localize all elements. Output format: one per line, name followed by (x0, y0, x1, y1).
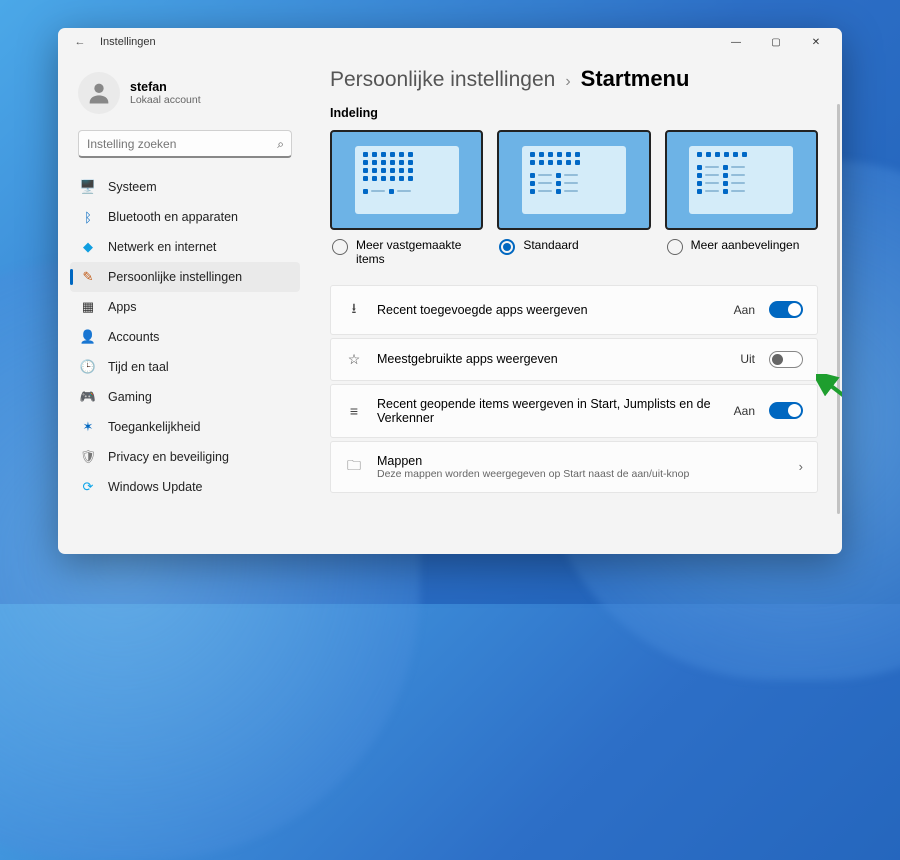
layout-preview (497, 130, 650, 230)
layout-option-default[interactable]: Standaard (497, 130, 650, 275)
setting-title: Mappen (377, 454, 785, 468)
maximize-button[interactable]: ▢ (756, 28, 796, 56)
nav-label: Accounts (108, 330, 159, 344)
nav-label: Gaming (108, 390, 152, 404)
setting-icon: ≡ (345, 403, 363, 419)
close-button[interactable]: ✕ (796, 28, 836, 56)
profile-block[interactable]: stefan Lokaal account (70, 66, 300, 128)
chevron-right-icon: › (565, 73, 570, 91)
section-label: Indeling (330, 106, 818, 120)
setting-title: Recent geopende items weergeven in Start… (377, 397, 720, 425)
setting-icon: ☆ (345, 351, 363, 368)
sidebar-item-systeem[interactable]: 🖥️ Systeem (70, 172, 300, 202)
setting-row[interactable]: ⭳ Recent toegevoegde apps weergeven Aan (330, 285, 818, 335)
nav-label: Toegankelijkheid (108, 420, 200, 434)
breadcrumb: Persoonlijke instellingen › Startmenu (330, 60, 818, 106)
setting-subtitle: Deze mappen worden weergegeven op Start … (377, 468, 785, 480)
nav-icon: 🖥️ (80, 179, 96, 195)
toggle-switch[interactable] (769, 301, 803, 318)
nav-icon: ▦ (80, 299, 96, 315)
radio-button[interactable] (499, 239, 515, 255)
nav-icon: 🛡 (80, 449, 96, 465)
sidebar-item-tijd-en-taal[interactable]: 🕒 Tijd en taal (70, 352, 300, 382)
profile-name: stefan (130, 80, 201, 94)
nav-icon: 🕒 (80, 359, 96, 375)
sidebar-item-persoonlijke-instellingen[interactable]: ✎ Persoonlijke instellingen (70, 262, 300, 292)
layout-option-more-pinned[interactable]: Meer vastgemaakte items (330, 130, 483, 275)
setting-icon: 🗀 (345, 455, 363, 479)
nav-label: Systeem (108, 180, 157, 194)
nav-icon: ◆ (80, 239, 96, 255)
sidebar-item-netwerk-en-internet[interactable]: ◆ Netwerk en internet (70, 232, 300, 262)
layout-preview (330, 130, 483, 230)
toggle-switch[interactable] (769, 402, 803, 419)
main-content: Persoonlijke instellingen › Startmenu In… (306, 56, 842, 554)
sidebar-item-gaming[interactable]: 🎮 Gaming (70, 382, 300, 412)
sidebar-item-apps[interactable]: ▦ Apps (70, 292, 300, 322)
sidebar-item-toegankelijkheid[interactable]: ✶ Toegankelijkheid (70, 412, 300, 442)
nav-label: Tijd en taal (108, 360, 169, 374)
toggle-switch[interactable] (769, 351, 803, 368)
breadcrumb-parent[interactable]: Persoonlijke instellingen (330, 68, 555, 92)
setting-title: Meestgebruikte apps weergeven (377, 352, 726, 366)
sidebar-item-privacy-en-beveiliging[interactable]: 🛡 Privacy en beveiliging (70, 442, 300, 472)
search-input[interactable] (78, 130, 292, 158)
scrollbar[interactable] (837, 104, 840, 514)
minimize-button[interactable]: — (716, 28, 756, 56)
profile-subtitle: Lokaal account (130, 94, 201, 106)
nav-icon: ⟳ (80, 479, 96, 495)
back-button[interactable]: ← (72, 36, 88, 48)
layout-label: Meer aanbevelingen (691, 238, 800, 252)
toggle-state: Aan (734, 404, 755, 418)
app-title: Instellingen (100, 36, 716, 48)
nav-icon: ᛒ (80, 209, 96, 225)
nav-label: Privacy en beveiliging (108, 450, 229, 464)
nav-label: Windows Update (108, 480, 203, 494)
toggle-state: Uit (740, 352, 755, 366)
search-icon: ⌕ (277, 137, 284, 152)
layout-label: Meer vastgemaakte items (356, 238, 481, 267)
radio-button[interactable] (667, 239, 683, 255)
sidebar-item-windows-update[interactable]: ⟳ Windows Update (70, 472, 300, 502)
nav-icon: 👤 (80, 329, 96, 345)
avatar (78, 72, 120, 114)
sidebar-item-accounts[interactable]: 👤 Accounts (70, 322, 300, 352)
layout-label: Standaard (523, 238, 578, 252)
sidebar: stefan Lokaal account ⌕ 🖥️ Systeem ᛒ Blueto… (58, 56, 306, 554)
setting-row[interactable]: 🗀 MappenDeze mappen worden weergegeven o… (330, 441, 818, 493)
toggle-state: Aan (734, 303, 755, 317)
nav-label: Persoonlijke instellingen (108, 270, 242, 284)
page-title: Startmenu (581, 66, 690, 92)
setting-icon: ⭳ (345, 298, 363, 322)
layout-option-more-reco[interactable]: Meer aanbevelingen (665, 130, 818, 275)
nav-icon: ✎ (80, 269, 96, 285)
setting-title: Recent toegevoegde apps weergeven (377, 303, 720, 317)
setting-row[interactable]: ☆ Meestgebruikte apps weergeven Uit (330, 338, 818, 381)
radio-button[interactable] (332, 239, 348, 255)
nav-icon: ✶ (80, 419, 96, 435)
nav-label: Apps (108, 300, 137, 314)
chevron-right-icon: › (799, 459, 803, 474)
settings-window: ← Instellingen — ▢ ✕ stefan Lokaal accou… (58, 28, 842, 554)
nav-label: Bluetooth en apparaten (108, 210, 238, 224)
sidebar-item-bluetooth-en-apparaten[interactable]: ᛒ Bluetooth en apparaten (70, 202, 300, 232)
setting-row[interactable]: ≡ Recent geopende items weergeven in Sta… (330, 384, 818, 438)
titlebar: ← Instellingen — ▢ ✕ (58, 28, 842, 56)
nav-label: Netwerk en internet (108, 240, 216, 254)
layout-preview (665, 130, 818, 230)
nav-icon: 🎮 (80, 389, 96, 405)
